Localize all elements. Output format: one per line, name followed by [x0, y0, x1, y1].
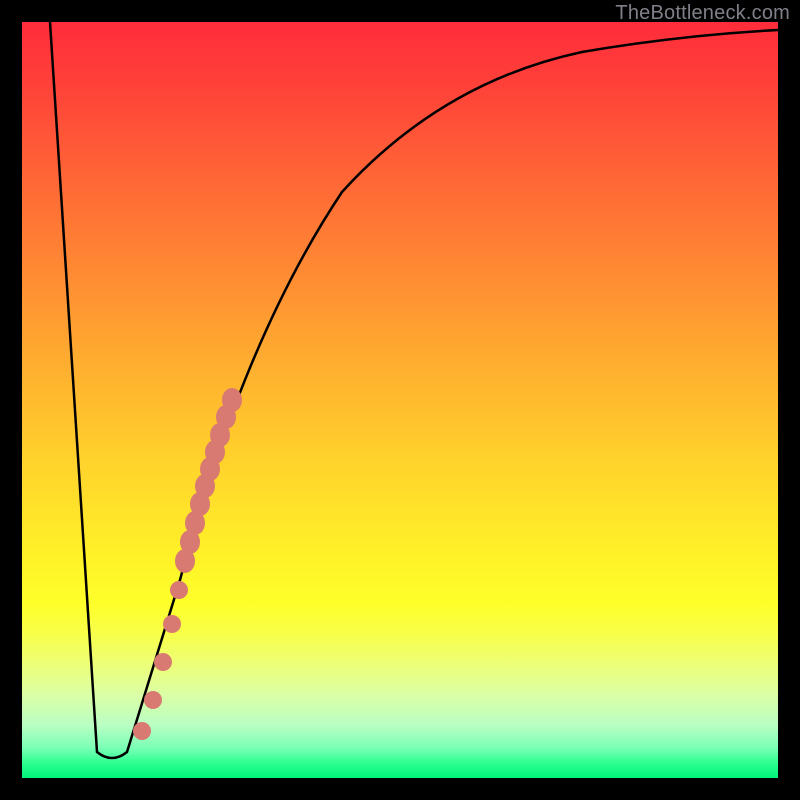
watermark-label: TheBottleneck.com — [615, 2, 790, 25]
data-marker — [133, 722, 151, 740]
data-marker — [222, 388, 242, 412]
data-markers — [133, 388, 242, 740]
chart-container: TheBottleneck.com — [0, 0, 800, 800]
data-marker — [154, 653, 172, 671]
bottleneck-curve — [50, 22, 778, 758]
plot-area — [22, 22, 778, 778]
data-marker — [163, 615, 181, 633]
curve-overlay — [22, 22, 778, 778]
data-marker — [170, 581, 188, 599]
data-marker — [144, 691, 162, 709]
